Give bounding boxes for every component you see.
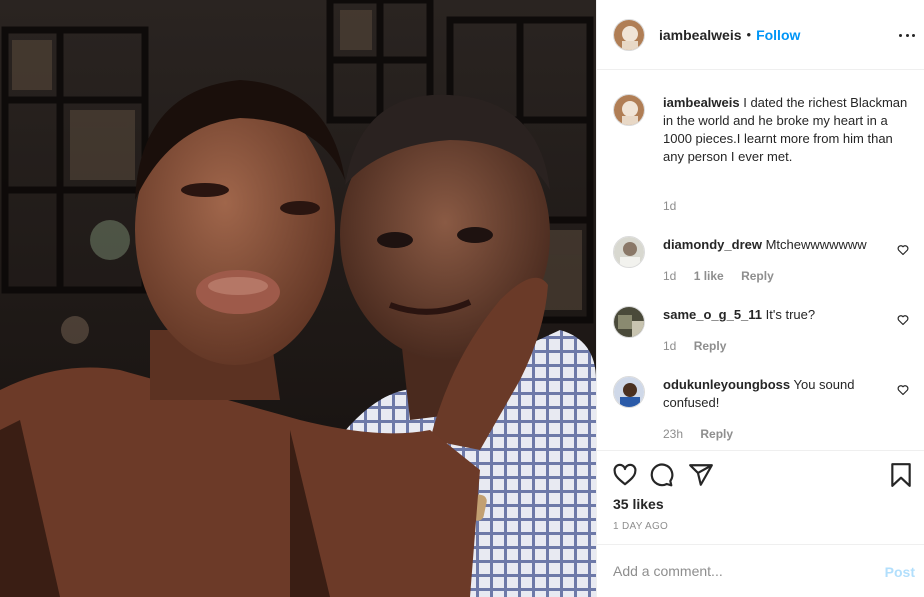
- caption-username[interactable]: iambealweis: [663, 95, 740, 110]
- selfie-photo-illustration: [0, 0, 596, 597]
- add-comment-bar: Post: [597, 544, 924, 597]
- heart-icon[interactable]: [897, 244, 909, 256]
- comment-time[interactable]: 23h: [663, 427, 683, 441]
- follow-button[interactable]: Follow: [756, 27, 800, 43]
- comments-list[interactable]: iambealweis I dated the richest Blackman…: [597, 70, 924, 450]
- instagram-post: iambealweis • Follow iambealweis I dated: [0, 0, 924, 597]
- post-header: iambealweis • Follow: [597, 0, 924, 70]
- post-date: 1 DAY AGO: [613, 521, 669, 532]
- avatar-image: [614, 307, 644, 337]
- heart-icon[interactable]: [612, 462, 638, 488]
- comment-text: same_o_g_5_11 It's true?: [663, 306, 877, 324]
- avatar[interactable]: [613, 306, 645, 338]
- avatar[interactable]: [613, 236, 645, 268]
- post-photo[interactable]: [0, 0, 596, 597]
- comment-meta: 23h Reply: [663, 427, 747, 441]
- comment-username[interactable]: diamondy_drew: [663, 237, 762, 252]
- reply-button[interactable]: Reply: [694, 339, 727, 353]
- comment-time[interactable]: 1d: [663, 269, 676, 283]
- avatar[interactable]: [613, 94, 645, 126]
- comment-meta: 1d Reply: [663, 339, 740, 353]
- comment-time[interactable]: 1d: [663, 339, 676, 353]
- more-horizontal-icon[interactable]: [899, 27, 915, 43]
- comment-username[interactable]: same_o_g_5_11: [663, 307, 762, 322]
- post-actions: 35 likes 1 DAY AGO: [597, 450, 924, 544]
- avatar-image: [614, 95, 644, 125]
- post-details-panel: iambealweis • Follow iambealweis I dated: [596, 0, 924, 597]
- heart-icon[interactable]: [897, 384, 909, 396]
- comment-likes[interactable]: 1 like: [694, 269, 724, 283]
- caption-meta: 1d: [663, 199, 690, 213]
- comment-meta: 1d 1 like Reply: [663, 269, 788, 283]
- comment-text: odukunleyoungboss You sound confused!: [663, 376, 877, 412]
- reply-button[interactable]: Reply: [700, 427, 733, 441]
- avatar-image: [614, 19, 644, 50]
- comment-body: Mtchewwwwwww: [761, 237, 867, 252]
- header-separator: •: [746, 27, 752, 42]
- avatar[interactable]: [613, 376, 645, 408]
- reply-button[interactable]: Reply: [741, 269, 774, 283]
- post-comment-button[interactable]: Post: [885, 564, 915, 580]
- comment-body: It's true?: [762, 307, 816, 322]
- avatar-image: [614, 377, 644, 407]
- likes-count[interactable]: 35 likes: [613, 496, 664, 512]
- comment-username[interactable]: odukunleyoungboss: [663, 377, 790, 392]
- comment-text: diamondy_drew Mtchewwwwwww: [663, 236, 877, 254]
- avatar-image: [614, 237, 644, 267]
- comment-icon[interactable]: [648, 462, 674, 488]
- bookmark-icon[interactable]: [888, 462, 914, 488]
- post-username[interactable]: iambealweis: [659, 27, 742, 43]
- share-icon[interactable]: [688, 462, 714, 488]
- caption-text: iambealweis I dated the richest Blackman…: [663, 94, 913, 166]
- comment-input[interactable]: [613, 559, 863, 583]
- caption-time[interactable]: 1d: [663, 199, 676, 213]
- avatar[interactable]: [613, 18, 645, 51]
- heart-icon[interactable]: [897, 314, 909, 326]
